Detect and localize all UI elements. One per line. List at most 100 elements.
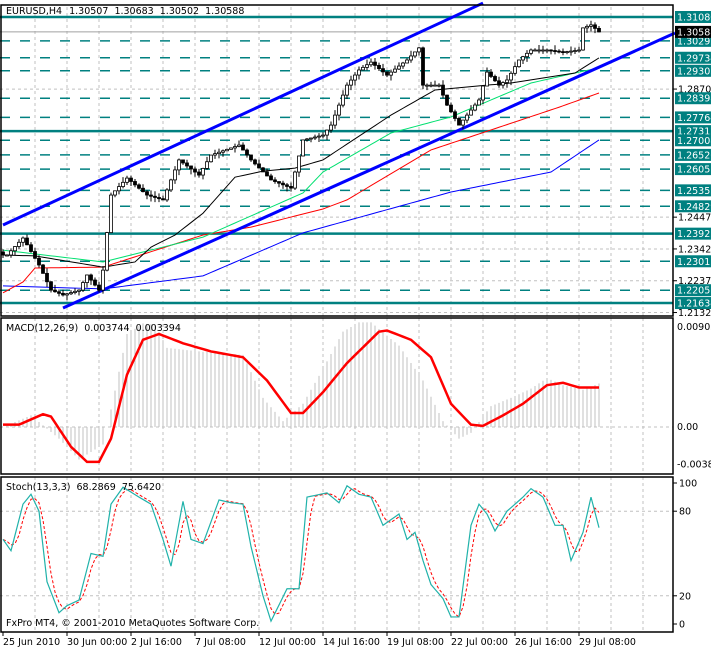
grid <box>0 7 673 632</box>
candle-bear <box>453 111 457 119</box>
level-price-label: 1.28398 <box>677 94 711 105</box>
support-resistance-levels[interactable] <box>0 15 673 305</box>
level-price-label: 1.31080 <box>677 13 711 24</box>
level-price-label: 1.27008 <box>677 136 711 147</box>
channel-line-upper[interactable] <box>2 1 484 227</box>
candle-bear <box>61 292 65 296</box>
candle-bear <box>185 162 189 167</box>
candle-bull <box>69 292 73 295</box>
candle-bull <box>481 85 485 101</box>
candle-bull <box>293 171 297 189</box>
candle-bull <box>169 179 173 191</box>
close-price: 1.30588 <box>205 6 244 17</box>
level-price-label: 1.29734 <box>677 53 711 64</box>
open-price: 1.30507 <box>69 6 108 17</box>
candle-bull <box>469 109 473 116</box>
candle-bear <box>53 289 57 293</box>
candle-bear <box>489 71 493 77</box>
candle-bull <box>229 147 233 150</box>
candle-bear <box>449 104 453 113</box>
price-tick-label: 1.23420 <box>678 244 711 255</box>
channel-line-lower[interactable] <box>62 31 676 310</box>
candle-bull <box>65 293 69 296</box>
candle-bull <box>405 59 409 64</box>
candle-bull <box>85 274 89 283</box>
candle-bear <box>89 274 93 281</box>
candle-bull <box>413 51 417 57</box>
candle-bull <box>425 84 429 87</box>
high-price: 1.30683 <box>114 6 153 17</box>
stoch-axis-label: 0 <box>679 620 685 631</box>
candle-bull <box>485 71 489 87</box>
candle-bull <box>533 49 537 52</box>
candle-bull <box>77 289 81 292</box>
candle-bull <box>577 49 581 52</box>
level-price-label: 1.23013 <box>677 257 711 268</box>
candle-bull <box>209 154 213 163</box>
macd-title: MACD(12,26,9) 0.003744 0.003394 <box>6 323 181 334</box>
candle-bull <box>417 47 421 53</box>
time-tick-label: 29 Jul 08:00 <box>579 637 636 648</box>
candle-bear <box>385 71 389 76</box>
candle-bear <box>97 284 101 291</box>
candle-bull <box>393 68 397 73</box>
time-tick-label: 7 Jul 08:00 <box>195 637 246 648</box>
stoch-axis-label: 100 <box>679 479 697 490</box>
candle-bear <box>561 51 565 53</box>
macd-signal-value: 0.003394 <box>136 323 181 334</box>
macd-axis-label: -0.00381 <box>677 459 711 470</box>
candle-bull <box>329 124 333 131</box>
candle-bull <box>521 56 525 61</box>
candle-bear <box>145 191 149 196</box>
chart-canvas[interactable]: 1.287001.244701.234201.223701.213201.310… <box>0 0 711 648</box>
macd-name: MACD(12,26,9) <box>6 323 78 334</box>
candle-bear <box>33 251 37 259</box>
time-tick-label: 30 Jun 00:00 <box>67 637 127 648</box>
candle-bull <box>337 104 341 116</box>
candle-bear <box>285 184 289 187</box>
candle-bear <box>49 281 53 291</box>
candle-bull <box>573 50 577 52</box>
candle-bull <box>409 55 413 61</box>
candle-bull <box>313 136 317 139</box>
panel-frame <box>0 476 674 633</box>
candle-bull <box>325 129 329 136</box>
candle-bull <box>353 74 357 81</box>
candle-bull <box>5 254 9 257</box>
moving-averages <box>2 57 600 294</box>
candle-bull <box>545 49 549 52</box>
candle-bear <box>421 47 425 86</box>
candle-bear <box>269 175 273 181</box>
candle-bull <box>201 167 205 176</box>
candle-bear <box>381 68 385 73</box>
stoch-axis-label: 20 <box>679 591 691 602</box>
candle-bull <box>225 148 229 152</box>
level-price-label: 1.29303 <box>677 66 711 77</box>
candle-bull <box>397 65 401 70</box>
candle-bull <box>17 241 21 247</box>
candle-bull <box>345 84 349 96</box>
symbol-label: EURUSD,H4 <box>6 6 62 17</box>
candle-bull <box>125 177 129 183</box>
level-price-label: 1.26526 <box>677 150 711 161</box>
candle-bear <box>25 237 29 246</box>
level-price-label: 1.26057 <box>677 165 711 176</box>
level-price-label: 1.23925 <box>677 229 711 240</box>
candle-bear <box>153 195 157 198</box>
stoch-title: Stoch(13,3,3) 68.2869 75.6420 <box>6 482 161 493</box>
time-tick-label: 19 Jul 08:00 <box>387 637 444 648</box>
stoch-d-value: 75.6420 <box>122 482 161 493</box>
chart-header: EURUSD,H4 1.30507 1.30683 1.30502 1.3058… <box>6 6 244 17</box>
candle-bull <box>401 62 405 67</box>
candle-bear <box>249 154 253 161</box>
candle-bull <box>9 250 13 256</box>
candle-bear <box>189 165 193 170</box>
candle-bull <box>121 181 125 187</box>
candle-bull <box>513 66 517 74</box>
candle-bull <box>525 52 529 58</box>
stochastic-panel <box>2 484 600 623</box>
stoch-axis-label: 80 <box>679 507 691 518</box>
candle-bear <box>261 167 265 173</box>
candle-bear <box>129 177 133 182</box>
low-price: 1.30502 <box>160 6 199 17</box>
